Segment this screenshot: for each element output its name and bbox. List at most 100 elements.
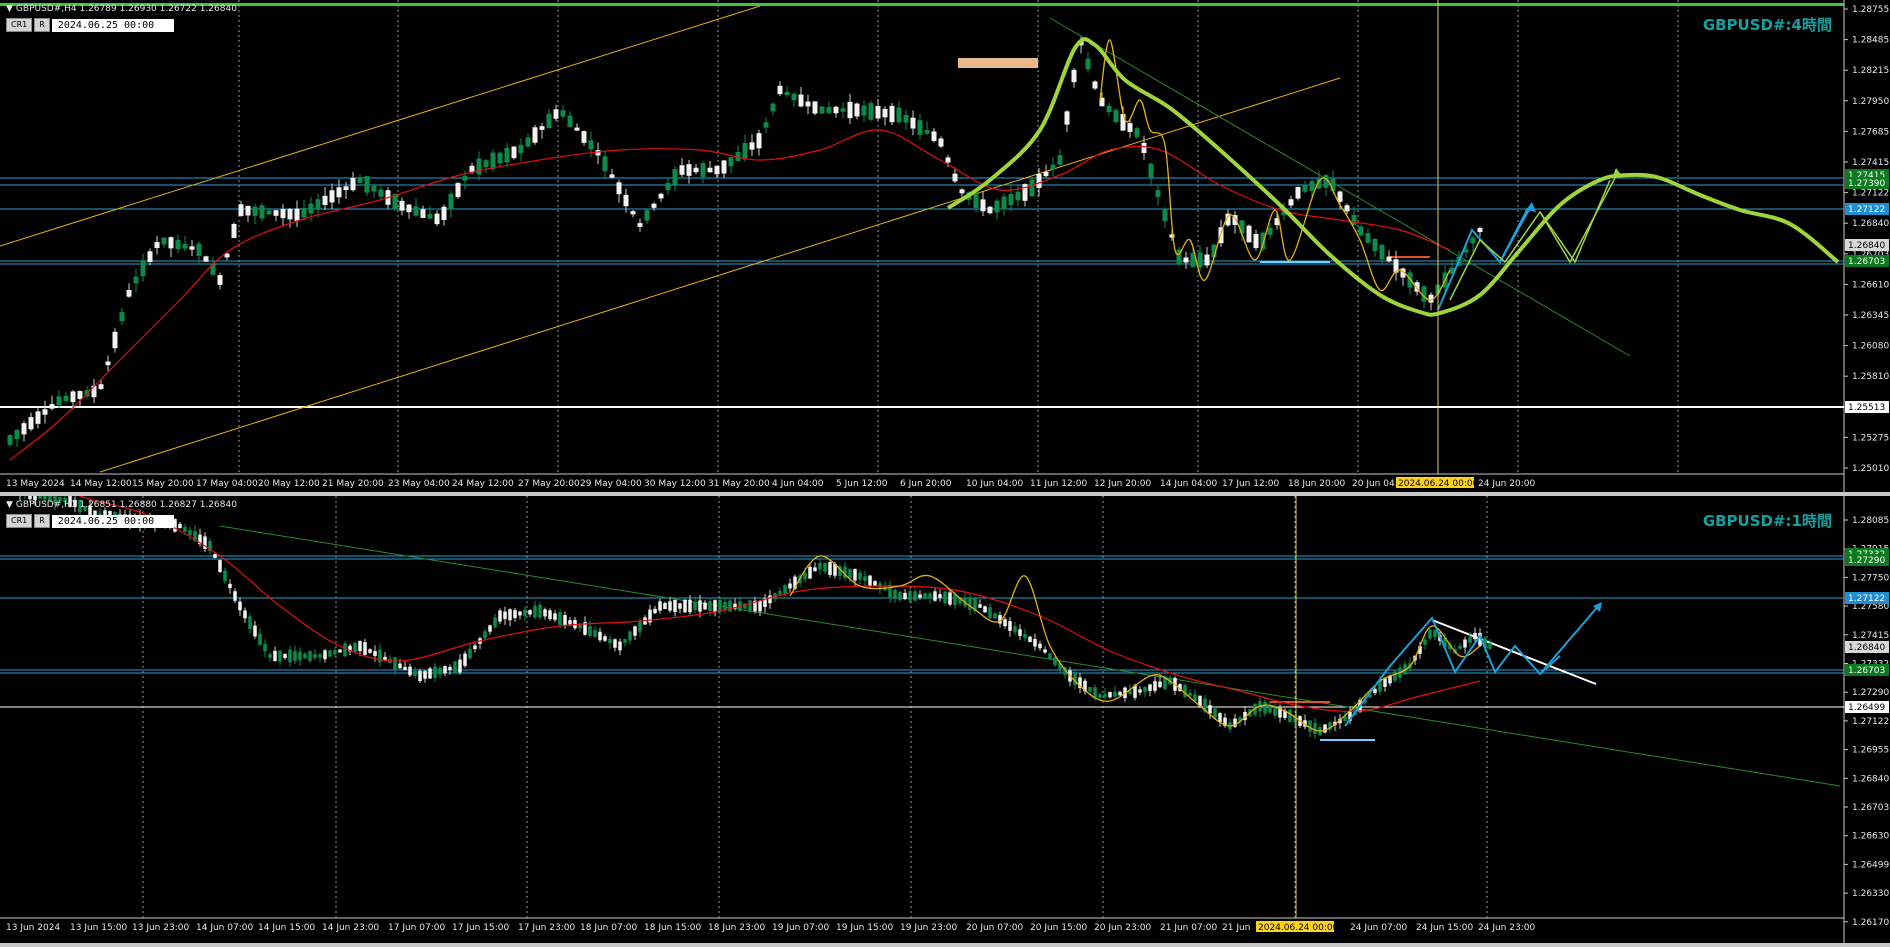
candle-body: [438, 667, 442, 675]
cr1-button[interactable]: CR1: [6, 514, 33, 528]
h1-date-input[interactable]: 2024.06.25 00:00: [51, 514, 174, 528]
h4-background: [0, 0, 1890, 492]
candle-body: [532, 127, 538, 143]
price-label: 1.28485: [1852, 36, 1889, 46]
candle-body: [483, 160, 489, 168]
candle-body: [268, 654, 272, 658]
candle-body: [777, 85, 783, 95]
candle-body: [423, 670, 427, 679]
candle-body: [644, 210, 650, 221]
h4-ohlc-info: ▼ GBPUSD#,H4 1.26789 1.26930 1.26722 1.26…: [6, 4, 237, 14]
candle-body: [1028, 636, 1032, 643]
price-label: 1.26345: [1852, 311, 1889, 321]
candle-body: [280, 209, 286, 219]
price-label: 1.27122: [1852, 717, 1889, 727]
candle-body: [823, 562, 827, 572]
time-label: 21 Jun 07:00: [1160, 923, 1217, 933]
candle-body: [1204, 254, 1210, 266]
h4-date-input[interactable]: 2024.06.25 00:00: [51, 18, 174, 32]
candle-body: [973, 193, 979, 209]
candle-body: [1463, 639, 1467, 648]
candle-body: [238, 601, 242, 611]
candle-body: [1188, 692, 1192, 696]
candle-body: [413, 671, 417, 676]
candle-body: [1344, 205, 1350, 212]
price-label: 1.27685: [1852, 127, 1889, 137]
candle-body: [223, 570, 227, 582]
candle-body: [805, 101, 811, 107]
price-label: 1.27122: [1852, 189, 1889, 199]
r-button[interactable]: R: [34, 18, 50, 32]
candle-body: [1018, 629, 1022, 637]
candle-body: [728, 157, 734, 167]
time-label: 17 May 04:00: [196, 479, 258, 489]
candle-body: [603, 636, 607, 641]
candle-body: [1001, 196, 1007, 210]
candle-body: [133, 276, 139, 284]
h4-chart-pane[interactable]: 1.28755 1.28485 1.28215 1.27950 1.27685 1.274…: [0, 0, 1890, 492]
candle-body: [978, 604, 982, 608]
candle-body: [1308, 720, 1312, 732]
r-button[interactable]: R: [34, 514, 50, 528]
candle-body: [938, 594, 942, 598]
candle-body: [252, 206, 258, 216]
candle-body: [1288, 709, 1292, 723]
price-label: 1.26840: [1852, 219, 1889, 229]
candle-body: [1267, 227, 1273, 235]
candle-body: [511, 146, 517, 159]
cr1-button[interactable]: CR1: [6, 18, 33, 32]
time-label: 14 May 12:00: [70, 479, 132, 489]
candle-body: [1064, 111, 1070, 125]
h1-background: [0, 496, 1890, 943]
candle-body: [854, 103, 860, 117]
candle-body: [1120, 113, 1126, 131]
candle-body: [728, 600, 732, 612]
candle-body: [298, 651, 302, 661]
price-tag-label: 1.26703: [1848, 257, 1885, 267]
candle-body: [908, 591, 912, 601]
collapse-triangle-icon[interactable]: ▼: [6, 500, 13, 510]
candle-body: [1468, 636, 1472, 643]
candle-body: [840, 108, 846, 112]
candle-body: [1141, 142, 1147, 154]
candle-body: [468, 648, 472, 659]
price-tag-label: 1.26499: [1848, 703, 1885, 713]
candle-body: [1057, 155, 1063, 165]
time-label: 17 Jun 12:00: [1222, 479, 1279, 489]
candle-body: [783, 585, 787, 594]
candle-body: [196, 243, 202, 256]
candle-body: [357, 177, 363, 183]
candle-body: [333, 649, 337, 655]
candle-body: [1433, 630, 1437, 638]
candle-body: [686, 164, 692, 176]
candle-body: [168, 237, 174, 249]
h4-chart-canvas[interactable]: 1.28755 1.28485 1.28215 1.27950 1.27685 1.274…: [0, 0, 1890, 492]
price-label: 1.26840: [1852, 774, 1889, 784]
candle-body: [588, 140, 594, 150]
bottom-tab-strip[interactable]: [0, 943, 1890, 947]
time-label: 19 Jun 07:00: [772, 923, 829, 933]
price-label: 1.26499: [1852, 860, 1889, 870]
candle-body: [1127, 123, 1133, 132]
candle-body: [903, 592, 907, 600]
candle-body: [756, 133, 762, 149]
candle-body: [218, 560, 222, 572]
price-label: 1.27950: [1852, 97, 1889, 107]
candle-body: [318, 654, 322, 658]
candle-body: [608, 638, 612, 644]
candle-body: [38, 496, 42, 499]
candle-body: [14, 429, 20, 440]
candle-body: [808, 566, 812, 579]
h1-chart-pane[interactable]: 1.280851.279151.277501.275801.274151.273…: [0, 496, 1890, 943]
candle-body: [1003, 619, 1007, 627]
candle-body: [1193, 694, 1197, 702]
candle-body: [898, 591, 902, 601]
time-label: 13 May 2024: [6, 479, 65, 489]
price-label: 1.25275: [1852, 433, 1889, 443]
candle-body: [228, 583, 232, 589]
h1-chart-canvas[interactable]: 1.280851.279151.277501.275801.274151.273…: [0, 496, 1890, 943]
candle-body: [553, 109, 559, 119]
candle-body: [28, 496, 32, 500]
collapse-triangle-icon[interactable]: ▼: [6, 4, 13, 14]
price-label: 1.27290: [1852, 688, 1889, 698]
